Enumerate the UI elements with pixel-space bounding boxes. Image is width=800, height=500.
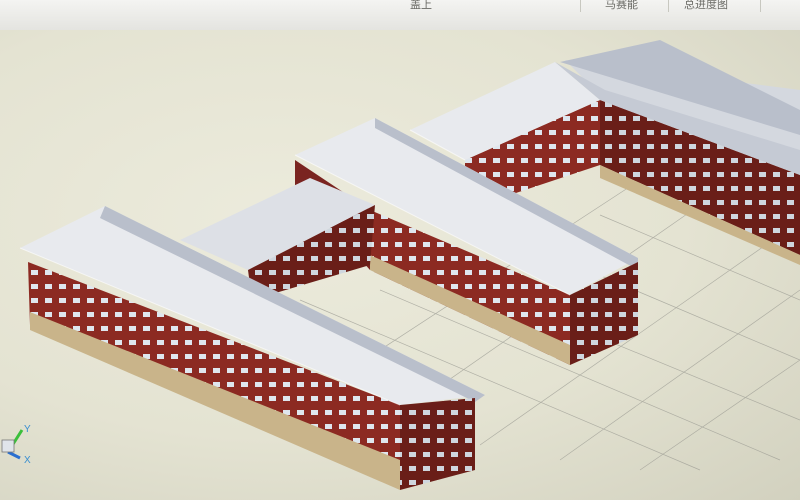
toolbar-item-1[interactable]: 盖上 [410,0,432,10]
toolbar-item-2[interactable]: 马赛能 [605,0,638,10]
3d-model-viewport[interactable]: Y X [0,30,800,500]
toolbar-separator [580,0,581,12]
toolbar-item-3[interactable]: 总进度图 [684,0,728,10]
ucs-axis-icon [1,429,24,460]
building-model: Y X [1,40,800,490]
toolbar-separator [760,0,761,12]
toolbar-separator [668,0,669,12]
toolbar: 盖上 马赛能 总进度图 [0,0,800,31]
y-axis-label: Y [24,424,31,435]
x-axis-label: X [24,455,31,466]
